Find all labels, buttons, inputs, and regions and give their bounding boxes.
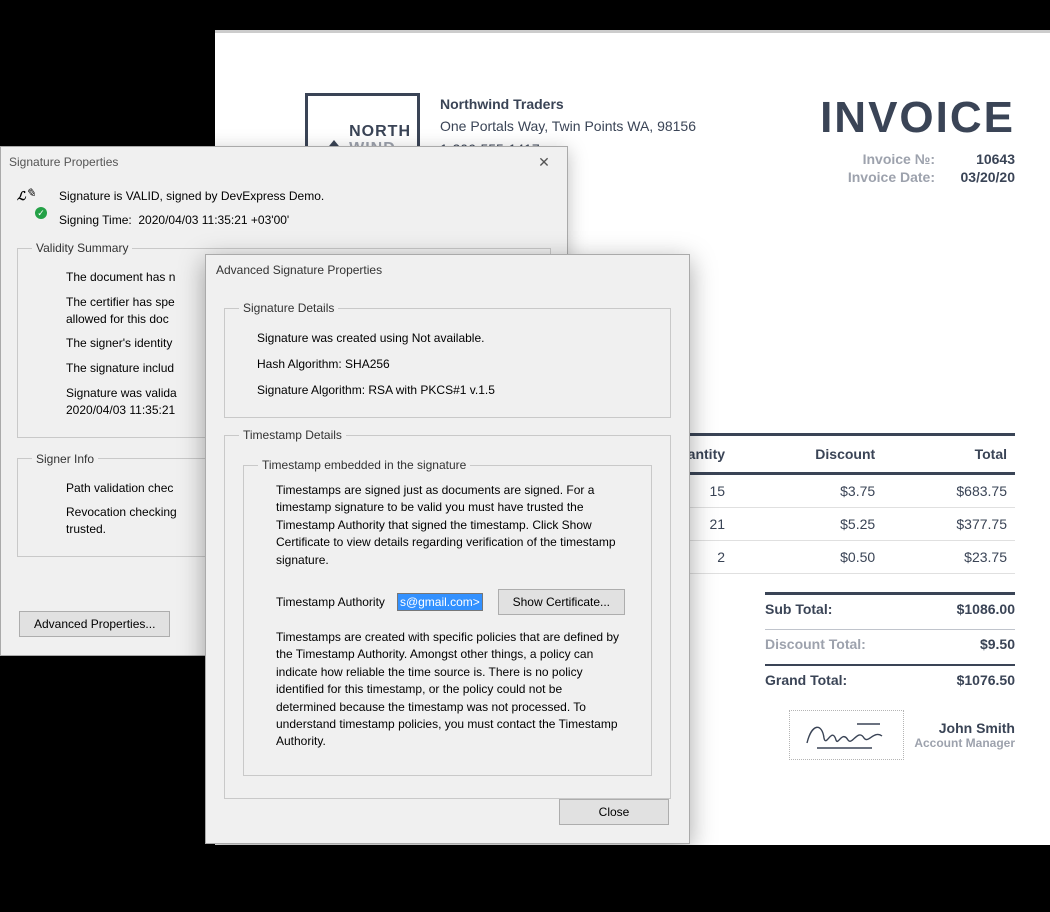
close-button[interactable]: Close [559,799,669,825]
logo-text-1: NORTH [349,123,411,140]
grand-total-value: $1076.50 [915,664,1015,688]
grand-total-label: Grand Total: [765,664,915,688]
invoice-date-label: Invoice Date: [795,169,935,185]
signer-name: John Smith [914,720,1015,736]
signer-info-legend: Signer Info [32,452,98,466]
signature-status: Signature is VALID, signed by DevExpress… [59,189,324,203]
checkmark-icon: ✓ [35,207,47,219]
signer-role: Account Manager [914,736,1015,750]
timestamp-explanation-1: Timestamps are signed just as documents … [258,482,637,579]
advanced-properties-button[interactable]: Advanced Properties... [19,611,170,637]
timestamp-embedded-legend: Timestamp embedded in the signature [258,458,470,472]
signature-details-legend: Signature Details [239,301,338,315]
dialog-title[interactable]: Advanced Signature Properties [206,255,689,285]
sig-detail-line: Hash Algorithm: SHA256 [239,351,656,377]
timestamp-explanation-2: Timestamps are created with specific pol… [258,629,637,761]
timestamp-embedded-group: Timestamp embedded in the signature Time… [243,458,652,776]
signature-valid-icon: ℒ✎ ✓ [17,189,45,217]
close-icon[interactable]: ✕ [529,154,559,171]
company-address: One Portals Way, Twin Points WA, 98156 [440,115,696,137]
company-name: Northwind Traders [440,93,696,115]
sig-detail-line: Signature Algorithm: RSA with PKCS#1 v.1… [239,377,656,403]
subtotal-label: Sub Total: [765,592,915,617]
signature-block: John Smith Account Manager [789,710,1015,760]
invoice-date-value: 03/20/20 [935,169,1015,185]
col-discount: Discount [733,435,883,474]
col-total: Total [883,435,1015,474]
show-certificate-button[interactable]: Show Certificate... [498,589,625,615]
invoice-title: INVOICE [795,93,1015,143]
subtotal-value: $1086.00 [915,592,1015,617]
timestamp-details-group: Timestamp Details Timestamp embedded in … [224,428,671,799]
dialog-title: Signature Properties [9,155,118,169]
validity-summary-legend: Validity Summary [32,241,132,255]
signing-time-value: 2020/04/03 11:35:21 +03'00' [138,213,289,227]
signature-details-group: Signature Details Signature was created … [224,301,671,418]
signature-scribble-icon [802,718,892,752]
invoice-number-value: 10643 [935,151,1015,167]
discount-total-label: Discount Total: [765,629,915,652]
discount-total-value: $9.50 [915,629,1015,652]
advanced-signature-properties-dialog: Advanced Signature Properties Signature … [205,254,690,844]
signature-image[interactable] [789,710,904,760]
timestamp-authority-value[interactable]: s@gmail.com> [397,593,483,611]
invoice-number-label: Invoice №: [795,151,935,167]
sig-detail-line: Signature was created using Not availabl… [239,325,656,351]
timestamp-authority-label: Timestamp Authority [276,595,385,609]
dialog-titlebar[interactable]: Signature Properties ✕ [1,147,567,177]
signing-time-label: Signing Time: [59,213,132,227]
timestamp-details-legend: Timestamp Details [239,428,346,442]
